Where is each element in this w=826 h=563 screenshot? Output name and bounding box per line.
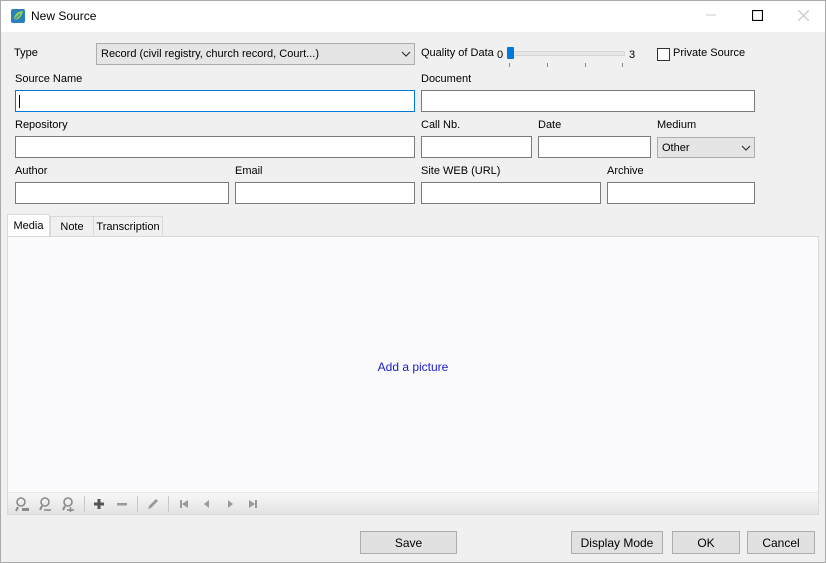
slider-tick [622, 63, 623, 67]
slider-tick [547, 63, 548, 67]
medium-label: Medium [657, 119, 697, 131]
previous-icon[interactable] [199, 496, 215, 512]
add-picture-link[interactable]: Add a picture [8, 360, 818, 374]
zoom-100-icon[interactable] [14, 496, 30, 512]
zoom-in-icon[interactable] [60, 496, 76, 512]
archive-input[interactable] [607, 182, 755, 204]
tab-transcription[interactable]: Transcription [93, 216, 163, 237]
tab-media[interactable]: Media [7, 214, 50, 237]
window-title: New Source [31, 9, 97, 23]
quality-slider-track[interactable] [507, 51, 625, 56]
minimize-button[interactable] [688, 1, 734, 32]
document-input[interactable] [421, 90, 755, 112]
ok-button[interactable]: OK [672, 531, 740, 554]
media-panel: Add a picture [7, 236, 819, 515]
remove-icon[interactable] [114, 496, 130, 512]
private-source-label: Private Source [673, 47, 746, 59]
quality-max-label: 3 [629, 49, 636, 61]
minimize-icon [706, 10, 716, 23]
maximize-icon [751, 9, 763, 24]
slider-tick [585, 63, 586, 67]
edit-pencil-icon[interactable] [145, 496, 161, 512]
next-icon[interactable] [222, 496, 238, 512]
first-icon[interactable] [176, 496, 192, 512]
display-mode-button[interactable]: Display Mode [571, 531, 663, 554]
chevron-down-icon [398, 44, 414, 64]
repository-label: Repository [15, 119, 68, 131]
chevron-down-icon [738, 138, 754, 158]
call-nb-label: Call Nb. [421, 119, 461, 131]
date-input[interactable] [538, 136, 651, 158]
source-name-input[interactable] [15, 90, 415, 112]
site-web-label: Site WEB (URL) [421, 165, 501, 177]
author-label: Author [15, 165, 48, 177]
source-name-label: Source Name [15, 73, 83, 85]
tab-note[interactable]: Note [50, 216, 94, 237]
archive-label: Archive [607, 165, 644, 177]
save-button[interactable]: Save [360, 531, 457, 554]
quality-label: Quality of Data [421, 47, 494, 59]
private-source-checkbox[interactable] [657, 48, 670, 61]
type-selected-value: Record (civil registry, church record, C… [101, 48, 320, 60]
toolbar-separator [137, 496, 138, 512]
title-bar[interactable]: New Source [1, 1, 825, 32]
document-label: Document [421, 73, 472, 85]
add-icon[interactable] [91, 496, 107, 512]
type-label: Type [14, 47, 38, 59]
medium-select[interactable]: Other [657, 137, 755, 158]
medium-selected-value: Other [662, 141, 690, 154]
zoom-out-icon[interactable] [37, 496, 53, 512]
email-input[interactable] [235, 182, 415, 204]
type-select[interactable]: Record (civil registry, church record, C… [96, 43, 415, 65]
call-nb-input[interactable] [421, 136, 532, 158]
text-caret [19, 95, 20, 108]
close-button[interactable] [780, 1, 826, 32]
quality-min-label: 0 [497, 49, 504, 61]
slider-tick [509, 63, 510, 67]
media-toolbar [8, 492, 818, 514]
new-source-dialog: New Source Type Record (civil registry, … [0, 0, 826, 563]
app-leaf-icon [10, 8, 26, 24]
toolbar-separator [84, 496, 85, 512]
quality-slider-thumb[interactable] [507, 47, 514, 59]
date-label: Date [538, 119, 562, 131]
email-label: Email [235, 165, 263, 177]
maximize-button[interactable] [734, 1, 780, 32]
repository-input[interactable] [15, 136, 415, 158]
toolbar-separator [168, 496, 169, 512]
site-web-input[interactable] [421, 182, 601, 204]
close-icon [797, 9, 809, 24]
author-input[interactable] [15, 182, 229, 204]
cancel-button[interactable]: Cancel [747, 531, 815, 554]
last-icon[interactable] [245, 496, 261, 512]
